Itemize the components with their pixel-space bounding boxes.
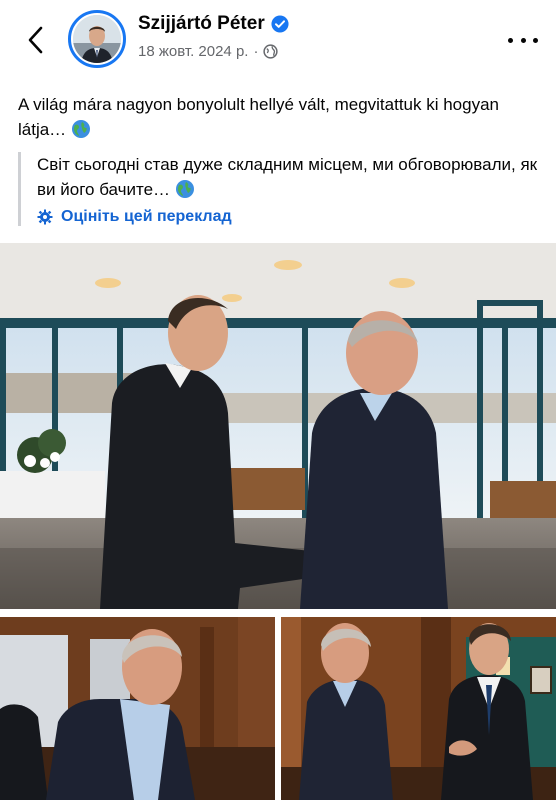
gear-icon xyxy=(37,209,53,225)
post-photo-main[interactable] xyxy=(0,243,556,609)
more-options-button[interactable] xyxy=(508,30,538,50)
avatar-image xyxy=(73,15,121,63)
translation-block: Світ сьогодні став дуже складним місцем,… xyxy=(18,152,538,226)
more-dots-icon xyxy=(508,37,513,43)
author-avatar[interactable] xyxy=(68,10,126,68)
translation-content: Світ сьогодні став дуже складним місцем,… xyxy=(37,155,538,199)
globe-audience-icon xyxy=(263,44,279,59)
post-date[interactable]: 18 жовт. 2024 р. xyxy=(138,43,248,60)
verified-badge-icon xyxy=(271,15,289,33)
post-photo-2[interactable] xyxy=(0,617,275,800)
meta-separator: · xyxy=(253,43,259,60)
author-name[interactable]: Szijjártó Péter xyxy=(138,13,265,35)
translation-text: Світ сьогодні став дуже складним місцем,… xyxy=(37,152,538,202)
post-meta: 18 жовт. 2024 р. · xyxy=(138,43,279,60)
post-photo-3[interactable] xyxy=(281,617,556,800)
author-row: Szijjártó Péter xyxy=(138,13,289,35)
back-button[interactable] xyxy=(20,22,50,58)
post-header: Szijjártó Péter 18 жовт. 2024 р. · xyxy=(0,0,556,80)
more-dot xyxy=(533,37,538,43)
rate-translation-link[interactable]: Оцініть цей переклад xyxy=(37,208,538,226)
globe-emoji-icon xyxy=(175,180,194,198)
more-dot xyxy=(520,37,526,43)
post-text: A világ mára nagyon bonyolult hellyé vál… xyxy=(18,92,538,142)
globe-emoji-icon xyxy=(71,120,90,138)
rate-translation-label: Оцініть цей переклад xyxy=(61,208,232,225)
chevron-left-icon xyxy=(28,26,43,54)
